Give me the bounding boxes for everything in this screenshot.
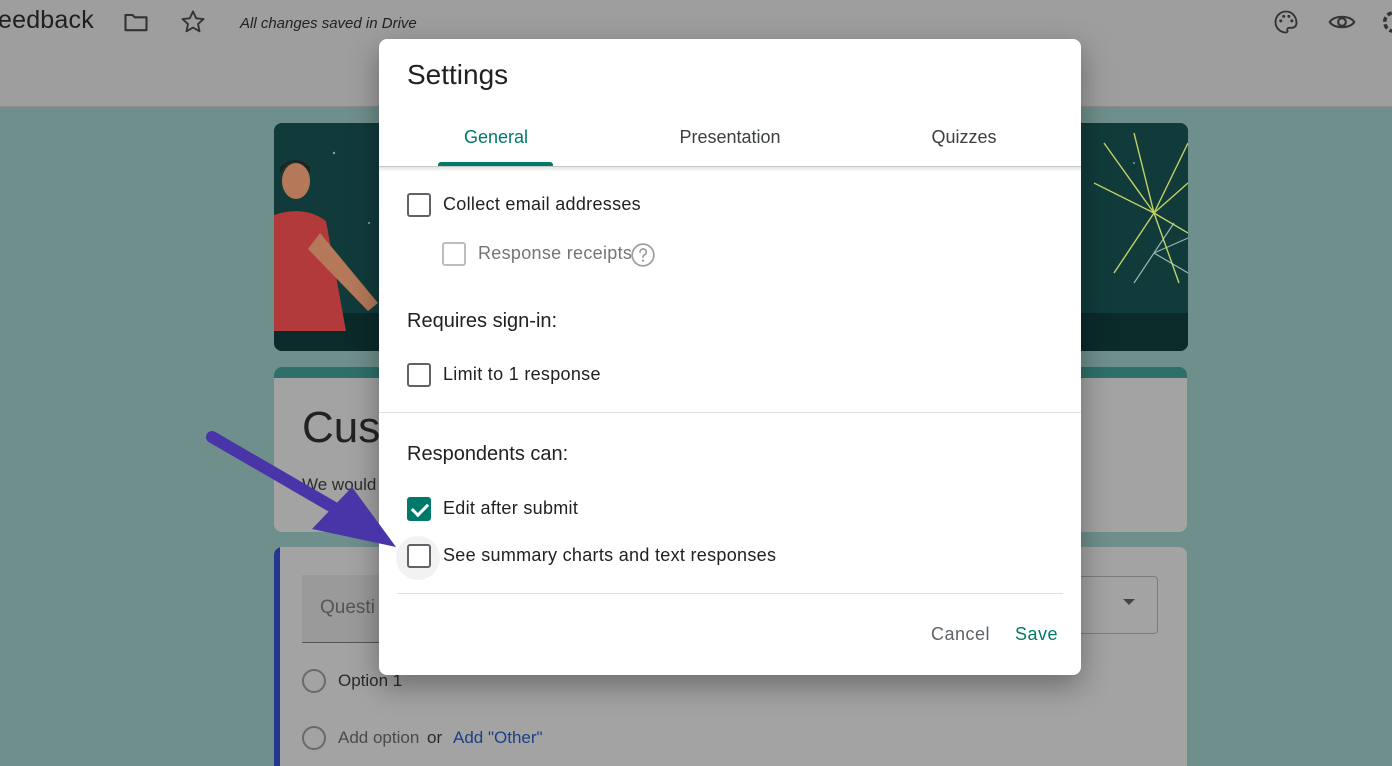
- dialog-title: Settings: [407, 59, 509, 90]
- form-description[interactable]: We would: [302, 475, 376, 495]
- help-icon[interactable]: [630, 242, 656, 268]
- limit-one-response-checkbox[interactable]: [407, 363, 431, 387]
- eye-icon[interactable]: [1328, 8, 1356, 36]
- requires-signin-heading: Requires sign-in:: [407, 310, 558, 332]
- settings-tabs: General Presentation Quizzes: [379, 117, 1081, 167]
- save-status: All changes saved in Drive: [240, 15, 417, 32]
- see-summary-checkbox[interactable]: [407, 544, 431, 568]
- question-placeholder: Questi: [320, 597, 375, 618]
- collect-email-checkbox[interactable]: [407, 193, 431, 217]
- settings-dialog: Settings General Presentation Quizzes Co…: [379, 39, 1081, 675]
- see-summary-label[interactable]: See summary charts and text responses: [443, 545, 776, 566]
- palette-icon[interactable]: [1272, 8, 1300, 36]
- tab-presentation[interactable]: Presentation: [613, 127, 847, 148]
- tab-quizzes[interactable]: Quizzes: [847, 127, 1081, 148]
- footer-divider: [397, 593, 1063, 594]
- cancel-button[interactable]: Cancel: [931, 624, 990, 645]
- radio-icon: [302, 669, 326, 693]
- document-title[interactable]: eedback: [0, 6, 94, 35]
- settings-gear-icon[interactable]: [1380, 8, 1392, 36]
- response-receipts-label: Response receipts: [478, 243, 633, 263]
- response-receipts-checkbox[interactable]: [442, 242, 466, 266]
- tab-general[interactable]: General: [379, 127, 613, 148]
- or-text: or: [427, 728, 443, 747]
- chevron-down-icon: [1123, 599, 1135, 605]
- tabs-shadow: [379, 166, 1081, 172]
- add-other-link[interactable]: Add "Other": [453, 728, 543, 748]
- save-button[interactable]: Save: [1015, 624, 1058, 645]
- radio-icon: [302, 726, 326, 750]
- section-divider: [379, 412, 1081, 413]
- edit-after-submit-checkbox[interactable]: [407, 497, 431, 521]
- folder-icon[interactable]: [122, 8, 150, 36]
- limit-one-response-label[interactable]: Limit to 1 response: [443, 364, 601, 385]
- edit-after-submit-label[interactable]: Edit after submit: [443, 498, 578, 519]
- star-icon[interactable]: [179, 8, 207, 36]
- add-option-link[interactable]: Add option: [338, 728, 419, 748]
- collect-email-label[interactable]: Collect email addresses: [443, 194, 641, 215]
- question-card-accent: [274, 547, 280, 766]
- respondents-can-heading: Respondents can:: [407, 443, 569, 465]
